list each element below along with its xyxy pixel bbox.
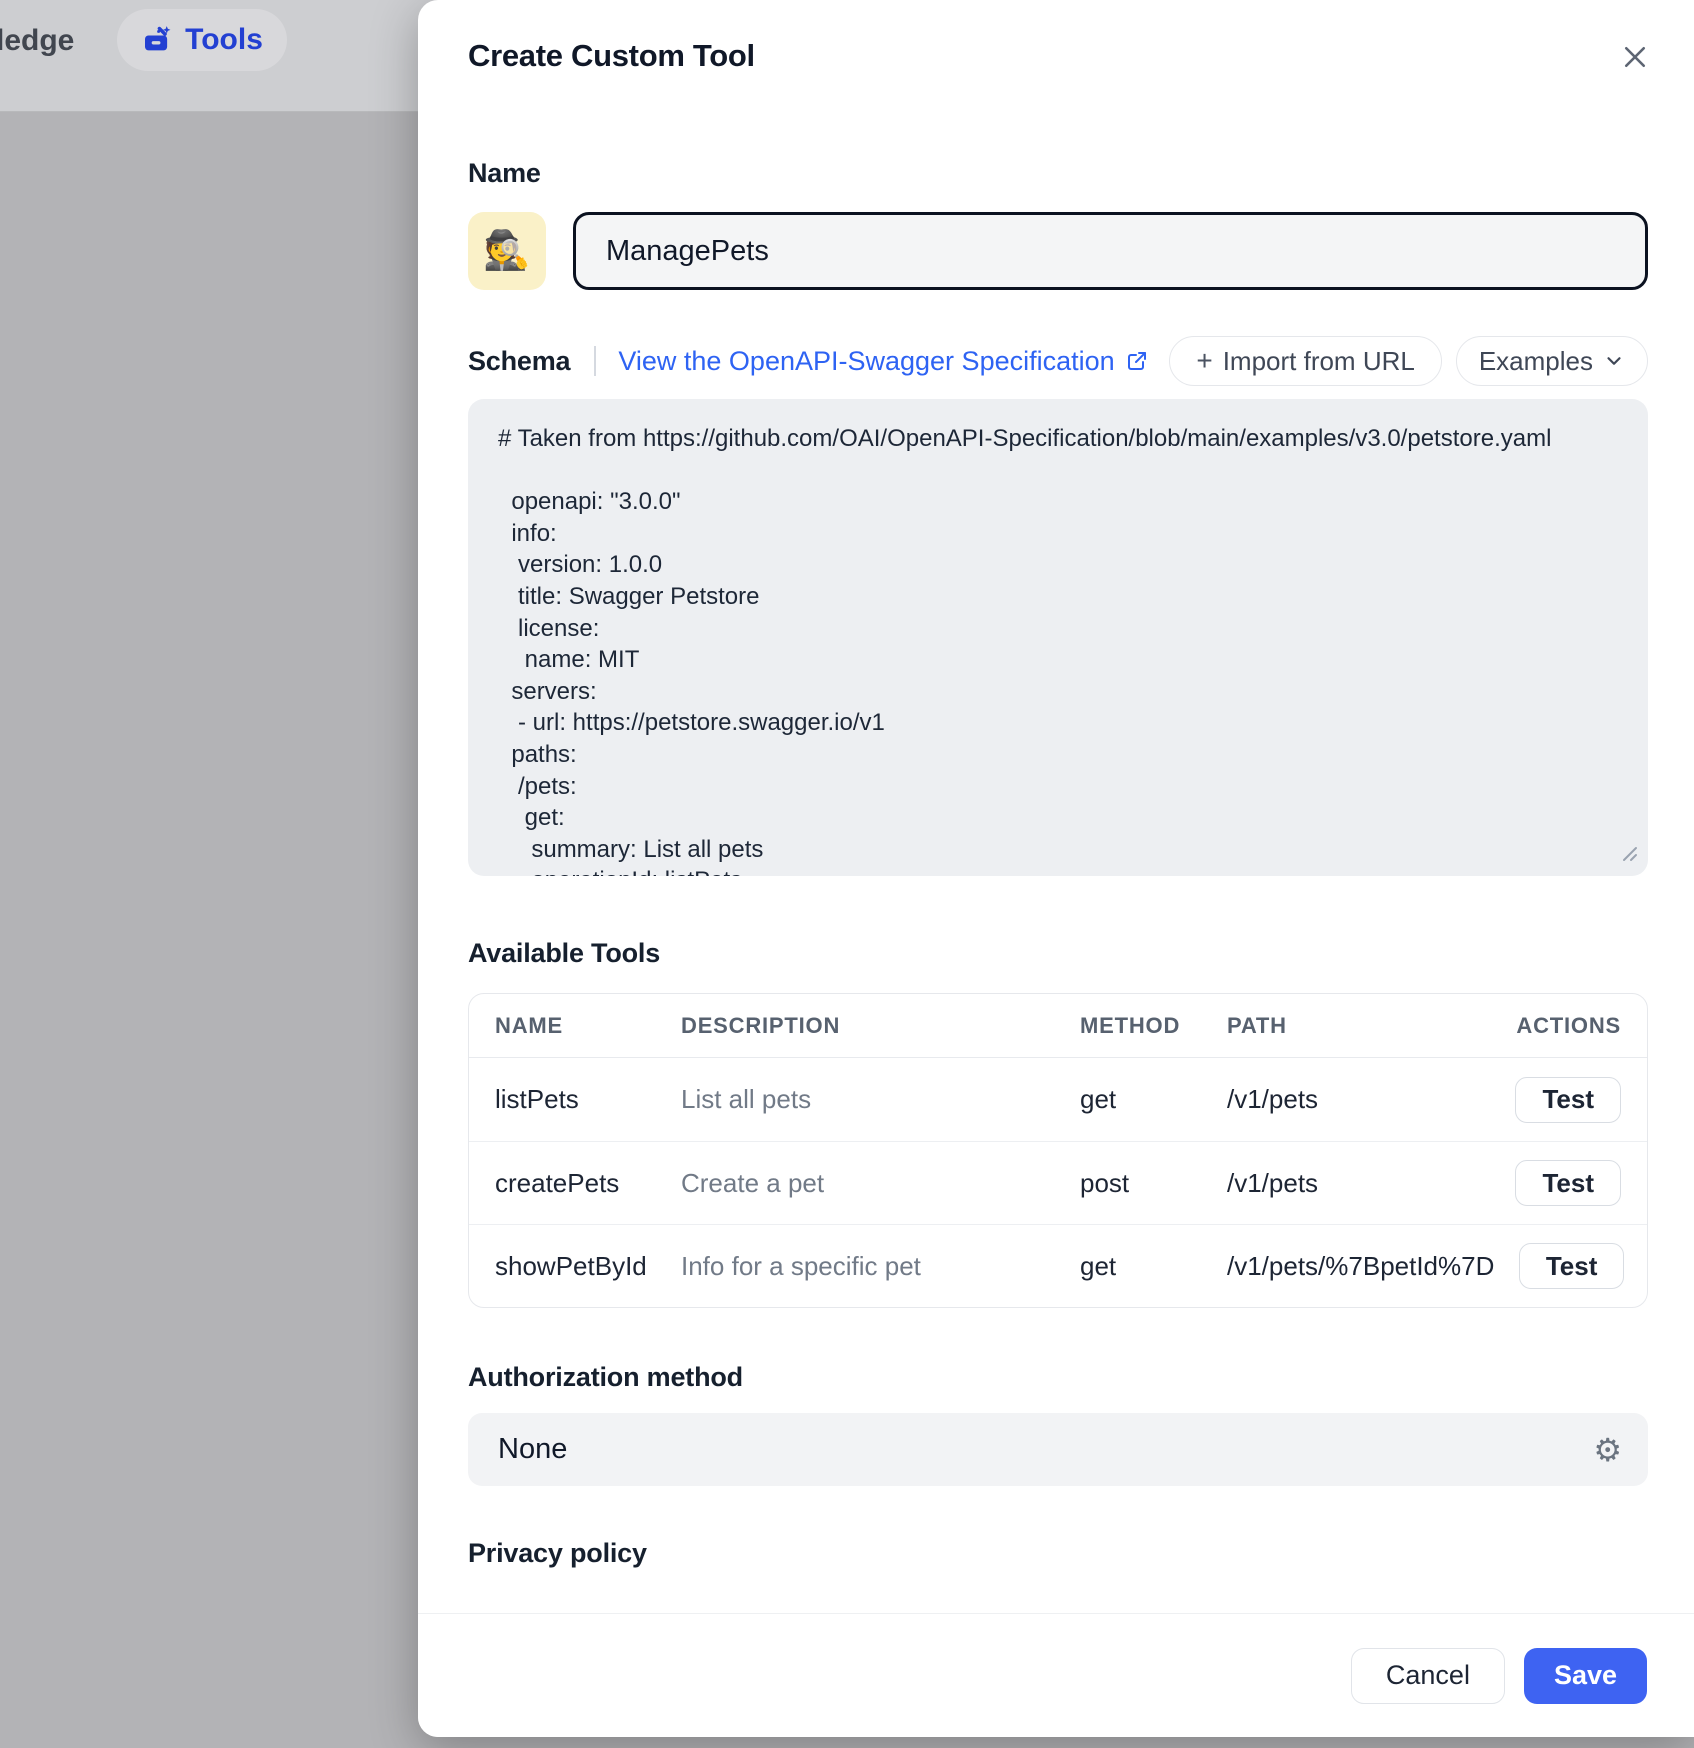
modal-title: Create Custom Tool bbox=[468, 38, 755, 74]
detective-emoji: 🕵️ bbox=[483, 229, 530, 273]
table-row: showPetById Info for a specific pet get … bbox=[469, 1224, 1647, 1307]
schema-divider bbox=[594, 346, 596, 376]
examples-label: Examples bbox=[1479, 346, 1593, 377]
tool-path: /v1/pets/%7BpetId%7D bbox=[1227, 1251, 1494, 1282]
openapi-spec-link[interactable]: View the OpenAPI-Swagger Specification bbox=[618, 346, 1148, 377]
save-button[interactable]: Save bbox=[1524, 1648, 1647, 1704]
plus-icon: + bbox=[1196, 345, 1212, 377]
privacy-policy-heading: Privacy policy bbox=[468, 1538, 647, 1569]
available-tools-heading: Available Tools bbox=[468, 938, 660, 969]
gear-icon[interactable]: ⚙ bbox=[1593, 1434, 1622, 1466]
tool-description: List all pets bbox=[681, 1084, 1080, 1115]
schema-textarea[interactable]: # Taken from https://github.com/OAI/Open… bbox=[468, 399, 1648, 876]
col-actions: ACTIONS bbox=[1491, 1013, 1621, 1039]
tool-path: /v1/pets bbox=[1227, 1168, 1491, 1199]
test-button[interactable]: Test bbox=[1515, 1077, 1621, 1123]
modal-footer: Cancel Save bbox=[418, 1613, 1694, 1737]
tool-method: post bbox=[1080, 1168, 1227, 1199]
chevron-down-icon bbox=[1603, 350, 1625, 372]
col-description: DESCRIPTION bbox=[681, 1013, 1080, 1039]
cancel-button[interactable]: Cancel bbox=[1351, 1648, 1505, 1704]
tab-knowledge-partial[interactable]: ledge bbox=[0, 24, 74, 58]
table-header-row: NAME DESCRIPTION METHOD PATH ACTIONS bbox=[469, 994, 1647, 1058]
tool-name: createPets bbox=[495, 1168, 681, 1199]
tools-icon bbox=[141, 24, 173, 56]
authorization-method-heading: Authorization method bbox=[468, 1362, 743, 1393]
name-label: Name bbox=[468, 158, 541, 189]
tool-path: /v1/pets bbox=[1227, 1084, 1491, 1115]
authorization-method-value: None bbox=[498, 1433, 567, 1466]
tool-description: Info for a specific pet bbox=[681, 1251, 1080, 1282]
examples-button[interactable]: Examples bbox=[1456, 336, 1648, 386]
avatar-emoji-button[interactable]: 🕵️ bbox=[468, 212, 546, 290]
tool-name: showPetById bbox=[495, 1251, 681, 1282]
external-link-icon bbox=[1125, 349, 1149, 373]
available-tools-table: NAME DESCRIPTION METHOD PATH ACTIONS lis… bbox=[468, 993, 1648, 1308]
tool-description: Create a pet bbox=[681, 1168, 1080, 1199]
table-row: createPets Create a pet post /v1/pets Te… bbox=[469, 1141, 1647, 1224]
import-from-url-button[interactable]: + Import from URL bbox=[1169, 336, 1442, 386]
create-custom-tool-modal: Create Custom Tool Name 🕵️ Schema View t… bbox=[418, 0, 1694, 1737]
tab-tools[interactable]: Tools bbox=[117, 9, 287, 71]
close-icon bbox=[1620, 42, 1650, 72]
tools-tab-label: Tools bbox=[185, 23, 263, 57]
table-row: listPets List all pets get /v1/pets Test bbox=[469, 1058, 1647, 1141]
col-name: NAME bbox=[495, 1013, 681, 1039]
test-button[interactable]: Test bbox=[1519, 1243, 1625, 1289]
import-from-url-label: Import from URL bbox=[1223, 346, 1415, 377]
name-input[interactable] bbox=[573, 212, 1648, 290]
col-path: PATH bbox=[1227, 1013, 1491, 1039]
openapi-spec-link-label: View the OpenAPI-Swagger Specification bbox=[618, 346, 1114, 377]
schema-label: Schema bbox=[468, 346, 570, 377]
test-button[interactable]: Test bbox=[1515, 1160, 1621, 1206]
col-method: METHOD bbox=[1080, 1013, 1227, 1039]
tool-name: listPets bbox=[495, 1084, 681, 1115]
tool-method: get bbox=[1080, 1251, 1227, 1282]
tool-method: get bbox=[1080, 1084, 1227, 1115]
authorization-method-select[interactable]: None ⚙ bbox=[468, 1413, 1648, 1486]
close-button[interactable] bbox=[1614, 36, 1656, 78]
